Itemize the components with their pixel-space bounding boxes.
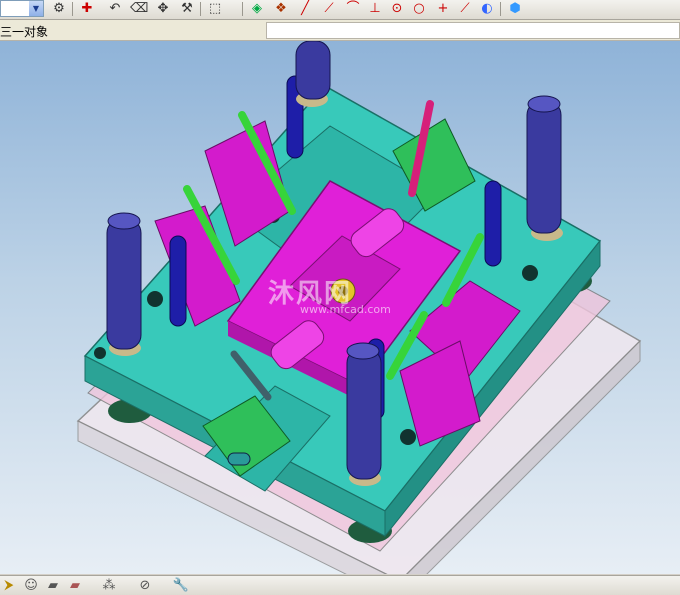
select-icon[interactable]: ⮞ — [0, 577, 18, 594]
main-toolbar: ▼ ⚙ ✚ ↶ ⌫ ✥ ⚒ ⬚ ◈ ❖ ╱ ⟋ ⌒ ⊥ ⊙ ○ + ⟋ ◐ ⬢ — [0, 0, 680, 20]
tangent-line-icon[interactable]: ⟋ — [320, 0, 338, 17]
graphics-viewport[interactable]: 沐风网 www.mfcad.com — [0, 41, 680, 574]
no-icon[interactable]: ⊘ — [136, 577, 154, 594]
toolbar-separator — [500, 2, 501, 16]
toolbar-separator — [242, 2, 243, 16]
diagonal-icon[interactable]: ⟋ — [456, 0, 474, 17]
leader-pin — [295, 41, 331, 107]
bolt-hole — [147, 291, 163, 307]
bolt-hole — [94, 347, 106, 359]
cube-icon[interactable]: ⬢ — [506, 0, 524, 17]
bottom-toolbar: ⮞ ☺ ▰ ▰ ⁂ ⊘ 🔧 — [0, 575, 680, 595]
guide-pin — [169, 235, 187, 327]
user-icon[interactable]: ☺ — [22, 577, 40, 594]
leader-pin — [106, 212, 142, 356]
tool-icon[interactable]: ⚒ — [178, 0, 196, 17]
leader-pin — [346, 342, 382, 486]
view-icon[interactable]: ◐ — [478, 0, 496, 17]
assembly-icon[interactable]: ⁂ — [100, 577, 118, 594]
toolbar-separator — [200, 2, 201, 16]
toolbar-separator — [72, 2, 73, 16]
bolt-hole — [400, 429, 416, 445]
add-point-icon[interactable]: ✚ — [78, 0, 96, 17]
selection-bar: 三一对象 — [0, 20, 680, 41]
bolt-hole — [522, 265, 538, 281]
wrench-icon[interactable]: 🔧 — [172, 577, 190, 594]
selection-label: 三一对象 — [0, 25, 49, 39]
circle-icon[interactable]: ○ — [410, 0, 428, 17]
line-icon[interactable]: ╱ — [296, 0, 314, 17]
command-combo[interactable]: ▼ — [0, 0, 44, 17]
circle-center-icon[interactable]: ⊙ — [388, 0, 406, 17]
selection-field[interactable] — [266, 22, 680, 39]
cooling-fitting — [227, 452, 251, 466]
layer-icon[interactable]: ▰ — [66, 577, 84, 594]
select-box-icon[interactable]: ⬚ — [206, 0, 224, 17]
chevron-down-icon[interactable]: ▼ — [29, 1, 43, 16]
watermark-url: www.mfcad.com — [300, 303, 391, 316]
move-icon[interactable]: ✥ — [154, 0, 172, 17]
arc-icon[interactable]: ⌒ — [344, 0, 362, 17]
perpendicular-icon[interactable]: ⊥ — [366, 0, 384, 17]
settings-icon[interactable]: ⚙ — [50, 0, 68, 17]
cross-icon[interactable]: + — [434, 0, 452, 17]
part-icon[interactable]: ▰ — [44, 577, 62, 594]
snap-grid-icon[interactable]: ❖ — [272, 0, 290, 17]
leader-pin — [526, 95, 563, 241]
erase-icon[interactable]: ⌫ — [130, 0, 148, 17]
snap-icon[interactable]: ◈ — [248, 0, 266, 17]
guide-pin — [484, 180, 502, 267]
undo-icon[interactable]: ↶ — [106, 0, 124, 17]
